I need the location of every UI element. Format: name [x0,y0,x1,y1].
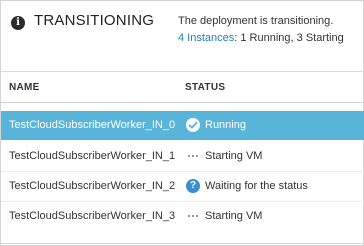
progress-dots-icon [188,153,198,159]
instance-name: TestCloudSubscriberWorker_IN_1 [9,150,176,162]
column-header-status[interactable]: STATUS [185,82,225,93]
table-row[interactable]: TestCloudSubscriberWorker_IN_0 Running [1,111,364,140]
status-header: i TRANSITIONING The deployment is transi… [1,1,364,61]
instance-name: TestCloudSubscriberWorker_IN_3 [9,210,176,222]
instances-summary: 4 Instances: 1 Running, 3 Starting [178,32,344,44]
deployment-message: The deployment is transitioning. [178,15,334,27]
table-header: NAME STATUS [1,71,364,103]
check-icon [186,118,200,132]
instance-status: Running [205,119,246,131]
column-header-name[interactable]: NAME [9,82,40,93]
instances-link[interactable]: 4 Instances [178,32,234,44]
deployment-state: TRANSITIONING [34,12,155,29]
table-row[interactable]: TestCloudSubscriberWorker_IN_1 Starting … [1,142,364,171]
instances-detail: : 1 Running, 3 Starting [234,32,344,44]
question-icon: ? [186,179,200,193]
instance-status: Waiting for the status [205,180,308,192]
instance-status: Starting VM [205,150,263,162]
instance-name: TestCloudSubscriberWorker_IN_0 [9,119,176,131]
table-row[interactable]: TestCloudSubscriberWorker_IN_3 Starting … [1,202,364,231]
progress-dots-icon [188,213,198,219]
info-icon: i [11,16,25,30]
table-row[interactable]: TestCloudSubscriberWorker_IN_2 ? Waiting… [1,172,364,201]
instance-name: TestCloudSubscriberWorker_IN_2 [9,180,176,192]
table-bottom-border [1,243,364,244]
deployment-panel: i TRANSITIONING The deployment is transi… [0,0,364,246]
instance-status: Starting VM [205,210,263,222]
